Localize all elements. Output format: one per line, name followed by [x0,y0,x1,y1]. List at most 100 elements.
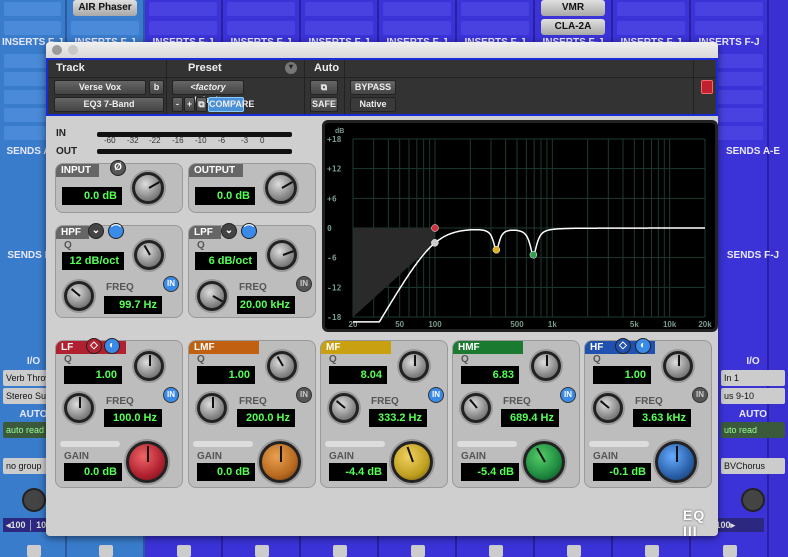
automation-icon[interactable]: ⧉ [310,80,338,95]
insert-select[interactable]: EQ3 7-Band [54,97,164,112]
gain-display[interactable]: -0.1 dB [593,463,651,481]
insert-slot[interactable] [305,2,373,16]
gain-display[interactable]: -4.4 dB [329,463,387,481]
freq-display[interactable]: 333.2 Hz [369,409,427,427]
fader-cap[interactable] [567,545,581,557]
track-variant-select[interactable]: b [149,80,164,95]
hpf-slope-display[interactable]: 12 dB/oct [62,252,124,270]
lpf-in-button[interactable]: IN [296,276,312,292]
eq-graph[interactable]: +18 +12 +6 0 -6 -12 -18 dB 20 50 100 500 1k 5k 10k 20k [322,120,718,332]
gain-knob[interactable] [391,441,433,483]
gain-display[interactable]: 0.0 dB [64,463,122,481]
insert-slot[interactable] [383,2,451,16]
send-knob[interactable] [21,488,46,512]
shelf-shape-icon[interactable]: ◇ [615,338,631,354]
track-name-select[interactable]: Verse Vox [54,80,146,95]
bypass-button[interactable]: BYPASS [350,80,396,95]
band-in-button[interactable]: IN [692,387,708,403]
automation-mode-select[interactable]: uto read [721,422,785,438]
insert-slot[interactable] [149,2,217,16]
peak-shape-icon[interactable]: ◐ [635,338,651,354]
fader-cap[interactable] [99,545,113,557]
freq-display[interactable]: 100.0 Hz [104,409,162,427]
q-knob[interactable] [399,351,429,381]
freq-display[interactable]: 3.63 kHz [633,409,691,427]
copy-icon[interactable]: ⧉ [196,97,207,112]
output-gain-knob[interactable] [265,172,297,204]
band-in-button[interactable]: IN [560,387,576,403]
band-in-button[interactable]: IN [428,387,444,403]
hpf-freq-knob[interactable] [64,281,94,311]
insert-slot[interactable] [227,2,295,16]
q-display[interactable]: 1.00 [593,366,651,384]
preset-menu-button[interactable]: ▾ [285,62,297,74]
peak-shape-icon[interactable]: ◐ [104,338,120,354]
group-select[interactable]: BVChorus [721,458,785,474]
fader-cap[interactable] [333,545,347,557]
q-display[interactable]: 8.04 [329,366,387,384]
fader-cap[interactable] [177,545,191,557]
eq-curve-chart[interactable]: +18+12+60-6-12-18dB20 50 100 500 1k 5k 10k 20k [325,123,715,329]
gain-display[interactable]: 0.0 dB [197,463,255,481]
safe-button[interactable]: SAFE [310,97,338,112]
freq-knob[interactable] [197,393,227,423]
output-gain-display[interactable]: 0.0 dB [195,187,255,205]
freq-display[interactable]: 689.4 Hz [501,409,559,427]
gain-display[interactable]: -5.4 dB [461,463,519,481]
insert-slot[interactable] [71,21,139,35]
preset-select[interactable]: <factory default> [172,80,244,105]
freq-knob[interactable] [461,393,491,423]
q-display[interactable]: 6.83 [461,366,519,384]
q-knob[interactable] [134,351,164,381]
freq-knob[interactable] [329,393,359,423]
notch-shape-icon[interactable]: ⌄ [221,223,237,239]
input-select[interactable]: In 1 [721,370,785,386]
insert-slot[interactable] [617,2,685,16]
insert-slot[interactable] [461,21,529,35]
insert-slot[interactable] [149,21,217,35]
gain-knob[interactable] [523,441,565,483]
notch-shape-icon[interactable]: ⌄ [88,223,104,239]
preset-prev-button[interactable]: - [172,97,183,112]
insert-slot[interactable] [227,21,295,35]
q-knob[interactable] [531,351,561,381]
gain-knob[interactable] [655,441,697,483]
fader-cap[interactable] [489,545,503,557]
input-gain-knob[interactable] [132,172,164,204]
output-select[interactable]: us 9-10 [721,388,785,404]
gain-knob[interactable] [259,441,301,483]
compare-button[interactable]: COMPARE [208,97,254,112]
q-knob[interactable] [663,351,693,381]
band-in-button[interactable]: IN [163,387,179,403]
lpf-slope-knob[interactable] [267,240,297,270]
fader-cap[interactable] [255,545,269,557]
insert-slot[interactable] [383,21,451,35]
q-display[interactable]: 1.00 [64,366,122,384]
minimize-window-button[interactable] [68,45,78,55]
lpf-freq-display[interactable]: 20.00 kHz [237,296,295,314]
freq-knob[interactable] [64,393,94,423]
lowpass-shape-icon[interactable]: ⌒ [241,223,257,239]
insert-slot[interactable]: VMR [541,0,605,16]
hpf-freq-display[interactable]: 99.7 Hz [104,296,162,314]
lpf-freq-knob[interactable] [197,281,227,311]
highpass-shape-icon[interactable]: ⌒ [108,223,124,239]
insert-slot[interactable] [461,2,529,16]
insert-slot[interactable]: AIR Phaser [73,0,137,16]
lpf-slope-display[interactable]: 6 dB/oct [195,252,257,270]
band-in-button[interactable]: IN [296,387,312,403]
fader-cap[interactable] [411,545,425,557]
insert-slot[interactable] [617,21,685,35]
preset-next-button[interactable]: + [184,97,195,112]
q-knob[interactable] [267,351,297,381]
hpf-slope-knob[interactable] [134,240,164,270]
gain-knob[interactable] [126,441,168,483]
insert-slot[interactable]: CLA-2A [541,19,605,35]
freq-display[interactable]: 200.0 Hz [237,409,295,427]
title-bar[interactable] [46,42,718,58]
shelf-shape-icon[interactable]: ◇ [86,338,102,354]
freq-knob[interactable] [593,393,623,423]
fader-cap[interactable] [645,545,659,557]
phase-invert-button[interactable]: Ø [110,160,126,176]
input-gain-display[interactable]: 0.0 dB [62,187,122,205]
